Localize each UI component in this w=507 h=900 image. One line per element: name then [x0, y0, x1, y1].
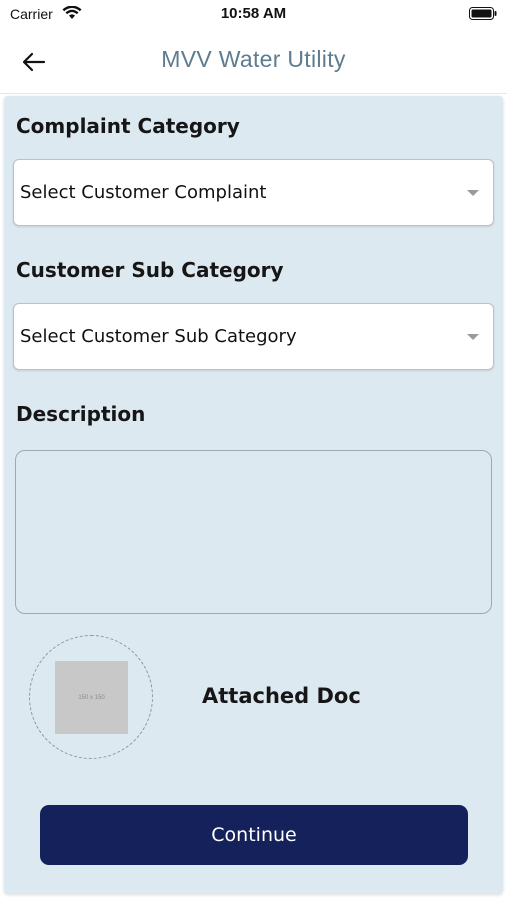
clock: 10:58 AM	[220, 5, 287, 22]
status-bar: Carrier 10:58 AM	[0, 0, 507, 30]
attachment-placeholder-image: 150 x 150	[55, 661, 128, 734]
description-field[interactable]	[15, 450, 492, 614]
complaint-form-card: Complaint Category Select Customer Compl…	[4, 96, 503, 894]
chevron-down-icon	[467, 190, 479, 196]
sub-category-select[interactable]: Select Customer Sub Category	[13, 303, 494, 370]
battery-icon	[469, 7, 497, 20]
description-label: Description	[16, 402, 146, 426]
complaint-category-label: Complaint Category	[16, 114, 240, 138]
attach-document-button[interactable]: 150 x 150	[29, 635, 153, 759]
sub-category-value: Select Customer Sub Category	[20, 326, 297, 347]
complaint-category-value: Select Customer Complaint	[20, 182, 267, 203]
page-title: MVV Water Utility	[161, 46, 346, 72]
navigation-bar: MVV Water Utility	[0, 30, 507, 94]
chevron-down-icon	[467, 334, 479, 340]
sub-category-label: Customer Sub Category	[16, 258, 284, 282]
continue-button[interactable]: Continue	[40, 805, 468, 865]
attached-doc-label: Attached Doc	[202, 684, 361, 708]
complaint-category-select[interactable]: Select Customer Complaint	[13, 159, 494, 226]
